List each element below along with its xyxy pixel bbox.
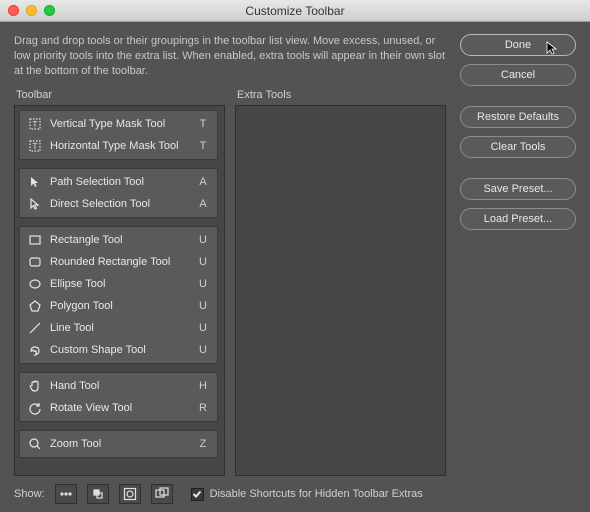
tool-row[interactable]: Zoom ToolZ bbox=[20, 433, 217, 455]
load-preset-button[interactable]: Load Preset... bbox=[460, 208, 576, 230]
line-icon bbox=[26, 319, 44, 337]
tool-shortcut: U bbox=[195, 234, 211, 246]
tool-shortcut: U bbox=[195, 278, 211, 290]
clear-tools-button[interactable]: Clear Tools bbox=[460, 136, 576, 158]
tool-group[interactable]: Path Selection ToolADirect Selection Too… bbox=[19, 168, 218, 218]
tool-shortcut: U bbox=[195, 300, 211, 312]
tool-row[interactable]: Polygon ToolU bbox=[20, 295, 217, 317]
tool-label: Ellipse Tool bbox=[50, 278, 195, 290]
cursor-icon bbox=[545, 40, 561, 59]
arrow-outline-icon bbox=[26, 195, 44, 213]
tool-shortcut: Z bbox=[195, 438, 211, 450]
ellipse-icon bbox=[26, 275, 44, 293]
extra-column: Extra Tools bbox=[235, 89, 446, 476]
show-label: Show: bbox=[14, 488, 45, 500]
tool-label: Hand Tool bbox=[50, 380, 195, 392]
tool-row[interactable]: Rounded Rectangle ToolU bbox=[20, 251, 217, 273]
tool-label: Path Selection Tool bbox=[50, 176, 195, 188]
tool-row[interactable]: THorizontal Type Mask ToolT bbox=[20, 135, 217, 157]
show-screenmode-button[interactable] bbox=[151, 484, 173, 504]
tool-shortcut: T bbox=[195, 118, 211, 130]
tool-label: Rotate View Tool bbox=[50, 402, 195, 414]
svg-text:T: T bbox=[33, 142, 38, 151]
tool-shortcut: R bbox=[195, 402, 211, 414]
dialog-description: Drag and drop tools or their groupings i… bbox=[14, 34, 446, 79]
extra-list[interactable] bbox=[235, 105, 446, 476]
show-extras-menu-button[interactable] bbox=[55, 484, 77, 504]
tool-label: Vertical Type Mask Tool bbox=[50, 118, 195, 130]
tool-shortcut: T bbox=[195, 140, 211, 152]
toolbar-heading: Toolbar bbox=[16, 89, 225, 101]
done-button[interactable]: Done bbox=[460, 34, 576, 56]
toolbar-column: Toolbar TVertical Type Mask ToolTTHorizo… bbox=[14, 89, 225, 476]
svg-text:T: T bbox=[33, 120, 38, 129]
window-title: Customize Toolbar bbox=[0, 4, 590, 18]
extra-heading: Extra Tools bbox=[237, 89, 446, 101]
tool-shortcut: U bbox=[195, 344, 211, 356]
dialog-body: Drag and drop tools or their groupings i… bbox=[0, 22, 590, 512]
tool-label: Direct Selection Tool bbox=[50, 198, 195, 210]
tool-shortcut: U bbox=[195, 322, 211, 334]
titlebar: Customize Toolbar bbox=[0, 0, 590, 22]
tool-shortcut: H bbox=[195, 380, 211, 392]
tool-row[interactable]: Custom Shape ToolU bbox=[20, 339, 217, 361]
tool-shortcut: U bbox=[195, 256, 211, 268]
type-mask-vert-icon: T bbox=[26, 115, 44, 133]
checkbox-icon bbox=[191, 488, 204, 501]
tool-row[interactable]: Direct Selection ToolA bbox=[20, 193, 217, 215]
footer: Show: Disable Shortcuts for Hidden Toolb… bbox=[14, 484, 446, 504]
save-preset-button[interactable]: Save Preset... bbox=[460, 178, 576, 200]
arrow-solid-icon bbox=[26, 173, 44, 191]
tool-label: Rectangle Tool bbox=[50, 234, 195, 246]
tool-row[interactable]: Line ToolU bbox=[20, 317, 217, 339]
show-colors-button[interactable] bbox=[87, 484, 109, 504]
right-panel: Done Cancel Restore Defaults Clear Tools… bbox=[460, 34, 576, 504]
polygon-icon bbox=[26, 297, 44, 315]
disable-shortcuts-label: Disable Shortcuts for Hidden Toolbar Ext… bbox=[210, 488, 423, 500]
tool-row[interactable]: Rotate View ToolR bbox=[20, 397, 217, 419]
rotate-icon bbox=[26, 399, 44, 417]
tool-label: Rounded Rectangle Tool bbox=[50, 256, 195, 268]
tool-label: Horizontal Type Mask Tool bbox=[50, 140, 195, 152]
tool-label: Zoom Tool bbox=[50, 438, 195, 450]
tool-group[interactable]: TVertical Type Mask ToolTTHorizontal Typ… bbox=[19, 110, 218, 160]
tool-row[interactable]: Path Selection ToolA bbox=[20, 171, 217, 193]
columns: Toolbar TVertical Type Mask ToolTTHorizo… bbox=[14, 89, 446, 476]
tool-row[interactable]: Ellipse ToolU bbox=[20, 273, 217, 295]
tool-shortcut: A bbox=[195, 176, 211, 188]
left-panel: Drag and drop tools or their groupings i… bbox=[14, 34, 446, 504]
custom-shape-icon bbox=[26, 341, 44, 359]
tool-label: Line Tool bbox=[50, 322, 195, 334]
hand-icon bbox=[26, 377, 44, 395]
tool-row[interactable]: Rectangle ToolU bbox=[20, 229, 217, 251]
restore-defaults-button[interactable]: Restore Defaults bbox=[460, 106, 576, 128]
round-rect-icon bbox=[26, 253, 44, 271]
cancel-button[interactable]: Cancel bbox=[460, 64, 576, 86]
tool-shortcut: A bbox=[195, 198, 211, 210]
tool-group[interactable]: Zoom ToolZ bbox=[19, 430, 218, 458]
tool-label: Polygon Tool bbox=[50, 300, 195, 312]
tool-row[interactable]: TVertical Type Mask ToolT bbox=[20, 113, 217, 135]
show-quickmask-button[interactable] bbox=[119, 484, 141, 504]
rect-icon bbox=[26, 231, 44, 249]
tool-group[interactable]: Rectangle ToolURounded Rectangle ToolUEl… bbox=[19, 226, 218, 364]
tool-label: Custom Shape Tool bbox=[50, 344, 195, 356]
tool-row[interactable]: Hand ToolH bbox=[20, 375, 217, 397]
done-label: Done bbox=[505, 39, 531, 51]
zoom-icon bbox=[26, 435, 44, 453]
toolbar-scroll[interactable]: TVertical Type Mask ToolTTHorizontal Typ… bbox=[15, 106, 224, 475]
disable-shortcuts-checkbox[interactable]: Disable Shortcuts for Hidden Toolbar Ext… bbox=[191, 488, 423, 501]
toolbar-list[interactable]: TVertical Type Mask ToolTTHorizontal Typ… bbox=[14, 105, 225, 476]
tool-group[interactable]: Hand ToolHRotate View ToolR bbox=[19, 372, 218, 422]
type-mask-icon: T bbox=[26, 137, 44, 155]
